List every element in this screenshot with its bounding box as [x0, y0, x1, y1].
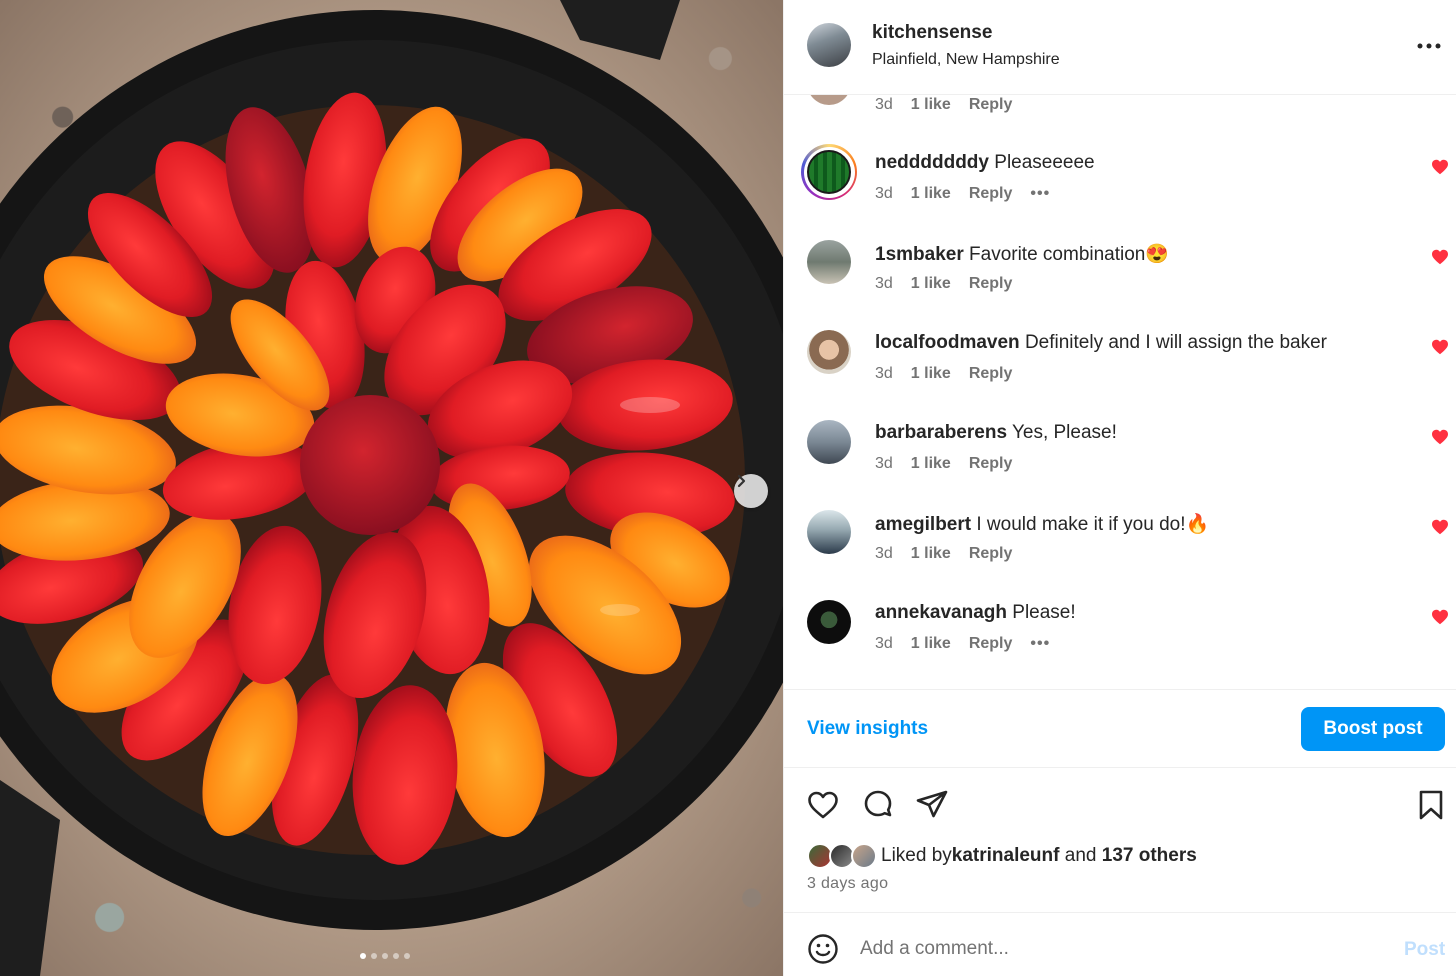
- reply-button[interactable]: Reply: [969, 96, 1013, 114]
- chevron-right-icon: [737, 474, 746, 488]
- comment-item: amegilbert I would make it if you do!🔥 3…: [784, 510, 1456, 600]
- carousel-dot: [393, 953, 399, 959]
- reply-button[interactable]: Reply: [969, 185, 1013, 203]
- comment-input[interactable]: [860, 933, 1380, 965]
- comment-options-button[interactable]: •••: [1030, 635, 1050, 653]
- likes-prefix: Liked by: [881, 845, 952, 866]
- comment-time: 3d: [875, 275, 893, 292]
- boost-post-button[interactable]: Boost post: [1301, 707, 1445, 751]
- reply-button[interactable]: Reply: [969, 545, 1013, 563]
- comment-time: 3d: [875, 455, 893, 472]
- comment-text: Pleaseeeee: [994, 152, 1095, 173]
- emoji-icon[interactable]: [807, 933, 839, 965]
- comment-item: 1smbaker Favorite combination😍 3d 1 like…: [784, 240, 1456, 330]
- heart-filled-icon[interactable]: [1431, 159, 1449, 175]
- more-horizontal-icon[interactable]: [1416, 36, 1442, 56]
- avatar[interactable]: [807, 600, 851, 644]
- comment-likes[interactable]: 1 like: [911, 96, 951, 114]
- comment-item: nedddddddy Pleaseeeee 3d 1 like Reply ••…: [784, 144, 1456, 240]
- heart-outline-icon[interactable]: [806, 788, 840, 822]
- comment-time: 3d: [875, 365, 893, 382]
- avatar[interactable]: [807, 240, 851, 284]
- avatar[interactable]: [807, 95, 851, 105]
- comment-meta: 3d 1 like Reply: [875, 545, 1012, 563]
- comment-likes[interactable]: 1 like: [911, 365, 951, 383]
- comment-meta: 3d 1 like Reply: [875, 95, 1012, 115]
- post-photo: [0, 0, 783, 976]
- likes-summary: Liked by katrinaleunf and 137 others: [807, 842, 1197, 870]
- comments-list[interactable]: 3d 1 like Reply nedddddddy Pleaseeeee 3d…: [784, 95, 1456, 689]
- comment-username[interactable]: annekavanagh: [875, 602, 1007, 623]
- comment-meta: 3d 1 like Reply: [875, 275, 1012, 293]
- carousel-dot: [360, 953, 366, 959]
- carousel-dot: [382, 953, 388, 959]
- heart-filled-icon[interactable]: [1431, 429, 1449, 445]
- fruit-skillet-image: [0, 0, 783, 976]
- comment-text: Favorite combination😍: [969, 244, 1170, 265]
- post-header: kitchensense Plainfield, New Hampshire: [784, 0, 1456, 95]
- carousel-dot: [404, 953, 410, 959]
- likes-others-link[interactable]: 137 others: [1102, 845, 1197, 867]
- avatar[interactable]: [807, 150, 851, 194]
- comment-likes[interactable]: 1 like: [911, 545, 951, 563]
- comment-meta: 3d 1 like Reply •••: [875, 635, 1050, 653]
- comment-time: 3d: [875, 185, 893, 202]
- insights-bar: View insights Boost post: [784, 689, 1456, 768]
- heart-filled-icon[interactable]: [1431, 249, 1449, 265]
- share-send-icon[interactable]: [915, 788, 949, 822]
- comment-text: Yes, Please!: [1011, 422, 1117, 443]
- liker-username[interactable]: katrinaleunf: [952, 845, 1060, 867]
- likes-middle: and: [1059, 845, 1102, 866]
- heart-filled-icon[interactable]: [1431, 339, 1449, 355]
- comment-meta: 3d 1 like Reply •••: [875, 185, 1050, 203]
- comment-item: annekavanagh Please! 3d 1 like Reply •••: [784, 600, 1456, 689]
- comment-text: Definitely and I will assign the baker: [1024, 332, 1327, 353]
- comment-text: I would make it if you do!🔥: [976, 514, 1210, 535]
- carousel-next-button[interactable]: [734, 474, 768, 508]
- comment-likes[interactable]: 1 like: [911, 275, 951, 293]
- reply-button[interactable]: Reply: [969, 365, 1013, 383]
- heart-filled-icon[interactable]: [1431, 609, 1449, 625]
- view-insights-link[interactable]: View insights: [807, 718, 928, 740]
- carousel-dot: [371, 953, 377, 959]
- post-side-panel: kitchensense Plainfield, New Hampshire 3…: [783, 0, 1456, 976]
- add-comment-bar: Post: [784, 912, 1456, 976]
- comment-bubble-icon[interactable]: [861, 788, 895, 822]
- author-avatar[interactable]: [807, 23, 851, 67]
- comment-time: 3d: [875, 635, 893, 652]
- comment-time: 3d: [875, 96, 893, 113]
- comment-username[interactable]: 1smbaker: [875, 244, 964, 265]
- post-location[interactable]: Plainfield, New Hampshire: [872, 51, 1060, 69]
- reply-button[interactable]: Reply: [969, 275, 1013, 293]
- reply-button[interactable]: Reply: [969, 635, 1013, 653]
- liker-avatars: [807, 842, 879, 870]
- post-comment-button[interactable]: Post: [1404, 939, 1445, 961]
- comment-likes[interactable]: 1 like: [911, 455, 951, 473]
- comment-item: localfoodmaven Definitely and I will ass…: [784, 330, 1456, 420]
- post-actions: [784, 768, 1456, 838]
- post-timestamp[interactable]: 3 days ago: [807, 875, 888, 893]
- comment-username[interactable]: nedddddddy: [875, 152, 989, 173]
- comment-likes[interactable]: 1 like: [911, 635, 951, 653]
- comment-item: barbaraberens Yes, Please! 3d 1 like Rep…: [784, 420, 1456, 510]
- avatar: [851, 843, 877, 869]
- bookmark-icon[interactable]: [1414, 788, 1448, 822]
- carousel-indicator: [360, 953, 410, 959]
- comment-username[interactable]: localfoodmaven: [875, 332, 1020, 353]
- comment-meta: 3d 1 like Reply: [875, 365, 1012, 383]
- avatar[interactable]: [807, 330, 851, 374]
- comment-username[interactable]: barbaraberens: [875, 422, 1007, 443]
- comment-time: 3d: [875, 545, 893, 562]
- comment-username[interactable]: amegilbert: [875, 514, 971, 535]
- avatar[interactable]: [807, 420, 851, 464]
- author-username[interactable]: kitchensense: [872, 22, 992, 44]
- comment-likes[interactable]: 1 like: [911, 185, 951, 203]
- comment-meta: 3d 1 like Reply: [875, 455, 1012, 473]
- comment-options-button[interactable]: •••: [1030, 185, 1050, 203]
- reply-button[interactable]: Reply: [969, 455, 1013, 473]
- avatar[interactable]: [807, 510, 851, 554]
- comment-text: Please!: [1012, 602, 1076, 623]
- heart-filled-icon[interactable]: [1431, 519, 1449, 535]
